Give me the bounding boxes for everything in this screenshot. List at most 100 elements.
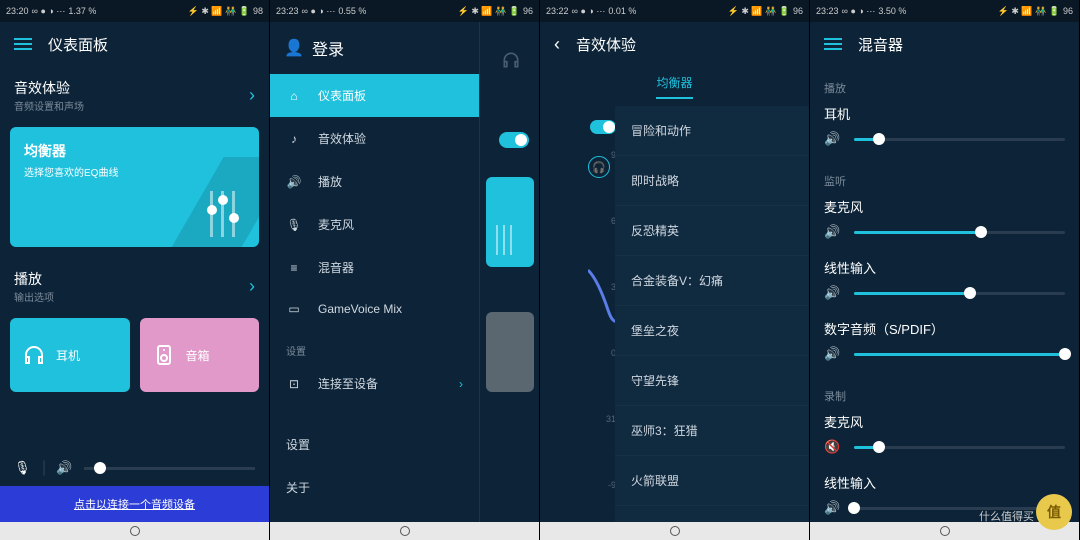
nav-icon: ♪	[286, 132, 302, 146]
page-title: 混音器	[858, 34, 903, 55]
home-button[interactable]	[130, 526, 140, 536]
mixer-slider[interactable]: 🔊	[810, 220, 1079, 252]
mixer-item-label: 麦克风	[810, 191, 1079, 220]
status-bar: 23:23∞ ● ◑ ⋯3.50 % ⚡ ✱ 📶 👬 🔋96	[810, 0, 1079, 22]
home-button[interactable]	[670, 526, 680, 536]
mixer-item-label: 线性输入	[810, 252, 1079, 281]
mixer-slider[interactable]: 🔊	[810, 281, 1079, 313]
chevron-right-icon: ›	[249, 276, 255, 297]
app-bar: 混音器	[810, 22, 1079, 66]
item-label: 音效体验	[318, 130, 366, 147]
watermark-text: 什么值得买	[979, 508, 1034, 524]
device-icon: ⊡	[286, 377, 302, 391]
menu-icon[interactable]	[824, 38, 842, 50]
settings-item[interactable]: 设置	[270, 423, 479, 466]
status-time: 23:20	[6, 6, 29, 16]
drawer-item[interactable]: 🔊播放	[270, 160, 479, 203]
screen-drawer: 23:23∞ ● ◑ ⋯0.55 % ⚡ ✱ 📶 👬 🔋96 👤 登录 ⌂仪表面…	[270, 0, 540, 540]
about-item[interactable]: 关于	[270, 466, 479, 509]
preset-item[interactable]: 守望先锋	[615, 356, 809, 406]
connect-device-item[interactable]: ⊡ 连接至设备 ›	[270, 362, 479, 405]
volume-icon[interactable]: 🔊	[56, 460, 74, 476]
page-title: 仪表面板	[48, 34, 108, 55]
sound-section[interactable]: 音效体验 音频设置和声场 ›	[0, 66, 269, 117]
status-pct: 1.37 %	[68, 6, 96, 16]
drawer-item[interactable]: ⌂ 仪表面板	[270, 74, 479, 117]
play-section[interactable]: 播放 输出选项 ›	[0, 257, 269, 308]
volume-icon[interactable]: 🔊	[824, 346, 842, 362]
item-label: GameVoice Mix	[318, 302, 402, 316]
tab-equalizer[interactable]: 均衡器	[656, 74, 692, 99]
chevron-right-icon: ›	[249, 85, 255, 106]
preset-item[interactable]: 合金装备V：幻痛	[615, 256, 809, 306]
tile-label: 耳机	[56, 347, 80, 364]
mute-icon[interactable]: 🔇	[824, 439, 842, 455]
app-bar: 仪表面板	[0, 22, 269, 66]
tab-bar: 均衡器	[540, 66, 809, 106]
item-label: 仪表面板	[318, 87, 366, 104]
preset-item[interactable]: 火箭联盟	[615, 456, 809, 506]
volume-icon[interactable]: 🔊	[824, 131, 842, 147]
headphone-tile[interactable]: 耳机	[10, 318, 130, 392]
preset-item[interactable]: 冒险和动作	[615, 106, 809, 156]
menu-icon[interactable]	[14, 38, 32, 50]
nav-icon: ≡	[286, 261, 302, 275]
status-icons: ∞ ● ◑ ⋯	[32, 6, 66, 17]
back-icon[interactable]: ‹	[554, 34, 560, 55]
settings-group: 设置	[270, 329, 479, 362]
volume-icon[interactable]: 🔊	[824, 224, 842, 240]
headphone-icon	[22, 343, 46, 367]
drawer-item[interactable]: 🎙麦克风	[270, 203, 479, 246]
login-label: 登录	[312, 36, 344, 60]
eq-title: 均衡器	[24, 141, 245, 161]
section-sub: 音频设置和声场	[14, 98, 84, 113]
drawer-item[interactable]: ♪ 音效体验	[270, 117, 479, 160]
drawer-item[interactable]: ≡ 混音器	[270, 246, 479, 289]
watermark-icon: 值	[1036, 494, 1072, 530]
item-label: 混音器	[318, 259, 354, 276]
mixer-slider[interactable]: 🔇	[810, 435, 1079, 467]
mixer-item-label: 数字音频（S/PDIF）	[810, 313, 1079, 342]
item-label: 麦克风	[318, 216, 354, 233]
eq-toggle[interactable]	[590, 120, 616, 134]
status-bat: 98	[253, 6, 263, 16]
nav-bar	[270, 522, 539, 540]
mixer-slider[interactable]: 🔊	[810, 127, 1079, 159]
preset-item[interactable]: 巫师3：狂猎	[615, 406, 809, 456]
mixer-group-label: 录制	[810, 374, 1079, 406]
nav-bar	[540, 522, 809, 540]
bg-grey-card	[486, 312, 534, 392]
mixer-slider[interactable]: 🔊	[810, 342, 1079, 374]
bg-eq-card	[486, 177, 534, 267]
item-label: 连接至设备	[318, 375, 378, 392]
equalizer-card[interactable]: 均衡器 选择您喜欢的EQ曲线	[10, 127, 259, 247]
toggle-switch[interactable]	[499, 132, 529, 148]
mic-icon[interactable]: 🎙	[14, 460, 32, 476]
nav-bar	[810, 522, 1079, 540]
nav-icon: ⌂	[286, 89, 302, 103]
preset-item[interactable]: 即时战略	[615, 156, 809, 206]
user-icon: 👤	[284, 38, 300, 58]
drawer-item[interactable]: ▭GameVoice Mix	[270, 289, 479, 329]
chevron-right-icon: ›	[459, 377, 463, 391]
mixer-group-label: 监听	[810, 159, 1079, 191]
volume-icon[interactable]: 🔊	[824, 285, 842, 301]
item-label: 播放	[318, 173, 342, 190]
volume-slider[interactable]	[84, 467, 255, 470]
section-sub: 输出选项	[14, 289, 54, 304]
login-item[interactable]: 👤 登录	[270, 22, 479, 74]
home-button[interactable]	[940, 526, 950, 536]
screen-sound: 23:22∞ ● ◑ ⋯0.01 % ⚡ ✱ 📶 👬 🔋96 ‹ 音效体验 均衡…	[540, 0, 810, 540]
preset-item[interactable]: 反恐精英	[615, 206, 809, 256]
home-button[interactable]	[400, 526, 410, 536]
volume-icon[interactable]: 🔊	[824, 500, 842, 516]
page-title: 音效体验	[576, 34, 636, 55]
connect-label: 点击以连接一个音频设备	[74, 496, 195, 512]
mixer-item-label: 麦克风	[810, 406, 1079, 435]
connect-device-button[interactable]: 点击以连接一个音频设备	[0, 486, 269, 522]
speaker-icon	[152, 343, 176, 367]
mixer-group-label: 播放	[810, 66, 1079, 98]
preset-item[interactable]: 堡垒之夜	[615, 306, 809, 356]
mixer-item-label: 线性输入	[810, 467, 1079, 496]
speaker-tile[interactable]: 音箱	[140, 318, 260, 392]
